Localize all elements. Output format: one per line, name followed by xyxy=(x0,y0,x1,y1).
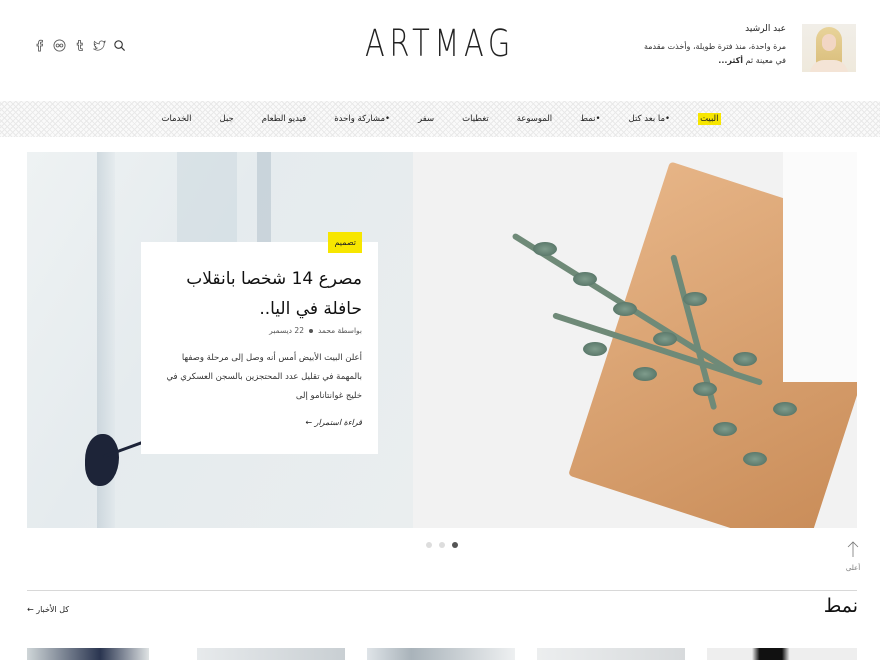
author-more-link[interactable]: أكثر... xyxy=(718,56,743,65)
nav-item-label: •نمط xyxy=(580,114,601,124)
post-thumbnail[interactable] xyxy=(27,648,149,660)
nav-item[interactable]: الخدمات xyxy=(147,114,205,124)
author-name[interactable]: عبد الرشيد xyxy=(636,24,786,34)
nav-item-label: فيديو الطعام xyxy=(261,114,307,124)
author-info: عبد الرشيد مرة واحدة، منذ فترة طويلة، وأ… xyxy=(636,24,786,68)
all-news-link[interactable]: كل الأخبار ← xyxy=(27,605,69,614)
back-to-top-button[interactable]: أعلى xyxy=(843,540,863,572)
flickr-icon[interactable] xyxy=(53,39,66,52)
paint-stroke xyxy=(257,152,271,242)
nav-item[interactable]: •ما بعد كتل xyxy=(615,114,685,124)
nav-item-label: تغطيات xyxy=(462,114,489,124)
site-header: ARTMAG عبد الرشيد مرة واحدة، منذ فترة طو… xyxy=(0,0,880,100)
author-bio-text: مرة واحدة، منذ فترة طويلة، وأخذت مقدمة ف… xyxy=(643,42,786,65)
pine-needles xyxy=(773,402,797,416)
pine-needles xyxy=(683,292,707,306)
category-tag[interactable]: تصميم xyxy=(328,232,362,253)
nav-item-label: •مشاركة واحدة xyxy=(334,114,391,124)
avatar-shoulder xyxy=(810,60,848,72)
post-title[interactable]: مصرع 14 شخصا بانقلاب حافلة في اليا.. xyxy=(157,264,362,324)
nav-list: البيت •ما بعد كتل •نمط الموسوعة تغطيات سفر •مش… xyxy=(0,101,880,137)
slider-dot[interactable] xyxy=(439,542,445,548)
post-thumbnail[interactable] xyxy=(197,648,345,660)
pine-needles xyxy=(613,302,637,316)
post-excerpt: أعلن البيت الأبيض أمس أنه وصل إلى مرحلة … xyxy=(166,353,362,401)
slider-dot-active[interactable] xyxy=(452,542,458,548)
slider-dot[interactable] xyxy=(426,542,432,548)
nav-item[interactable]: •مشاركة واحدة xyxy=(320,114,404,124)
nav-item[interactable]: تغطيات xyxy=(448,114,503,124)
post-date: 22 ديسمبر xyxy=(269,326,304,335)
hero-image-right xyxy=(413,152,857,528)
post-meta: بواسطة محمد 22 ديسمبر xyxy=(157,326,362,335)
nav-item[interactable]: فيديو الطعام xyxy=(248,114,320,124)
section-divider xyxy=(27,590,857,591)
nav-item-label: •ما بعد كتل xyxy=(628,114,671,124)
author-widget: عبد الرشيد مرة واحدة، منذ فترة طويلة، وأ… xyxy=(636,24,856,72)
arrow-up-icon xyxy=(847,541,859,557)
pine-needles xyxy=(693,382,717,396)
back-to-top-label: أعلى xyxy=(845,564,861,572)
nav-item[interactable]: الموسوعة xyxy=(503,114,566,124)
section-title: نمط xyxy=(823,595,858,617)
nav-item-label: البيت xyxy=(698,113,721,125)
nav-item[interactable]: جبل xyxy=(206,114,248,124)
avatar-face xyxy=(822,34,836,51)
pine-needles xyxy=(583,342,607,356)
hero-slider: تصميم مصرع 14 شخصا بانقلاب حافلة في اليا… xyxy=(27,152,857,528)
author-bio: مرة واحدة، منذ فترة طويلة، وأخذت مقدمة ف… xyxy=(636,40,786,68)
read-more-link[interactable]: قراءة استمرار ← xyxy=(157,418,362,427)
nav-item-label: الخدمات xyxy=(161,114,192,124)
pine-needles xyxy=(633,367,657,381)
post-thumbnail[interactable] xyxy=(367,648,515,660)
white-sheet xyxy=(783,152,857,382)
main-nav: البيت •ما بعد كتل •نمط الموسوعة تغطيات سفر •مش… xyxy=(0,101,880,137)
post-thumbnails xyxy=(27,648,857,660)
tumblr-icon[interactable] xyxy=(73,39,86,52)
nav-item-label: الموسوعة xyxy=(516,114,553,124)
slider-dots xyxy=(426,542,458,548)
pine-needles xyxy=(713,422,737,436)
nav-item[interactable]: سفر xyxy=(404,114,448,124)
avatar[interactable] xyxy=(802,24,856,72)
pine-needles xyxy=(533,242,557,256)
nav-item-label: جبل xyxy=(219,114,234,124)
post-thumbnail[interactable] xyxy=(537,648,685,660)
nav-item-label: سفر xyxy=(418,114,435,124)
nav-item[interactable]: البيت xyxy=(684,113,734,125)
featured-post-card: تصميم مصرع 14 شخصا بانقلاب حافلة في اليا… xyxy=(141,232,378,454)
pine-needles xyxy=(573,272,597,286)
post-author[interactable]: بواسطة محمد xyxy=(318,326,362,335)
pine-needles xyxy=(743,452,767,466)
nav-item[interactable]: •نمط xyxy=(566,114,614,124)
post-thumbnail[interactable] xyxy=(707,648,857,660)
meta-separator xyxy=(308,329,313,333)
pine-needles xyxy=(653,332,677,346)
pine-needles xyxy=(733,352,757,366)
facebook-icon[interactable] xyxy=(33,39,46,52)
